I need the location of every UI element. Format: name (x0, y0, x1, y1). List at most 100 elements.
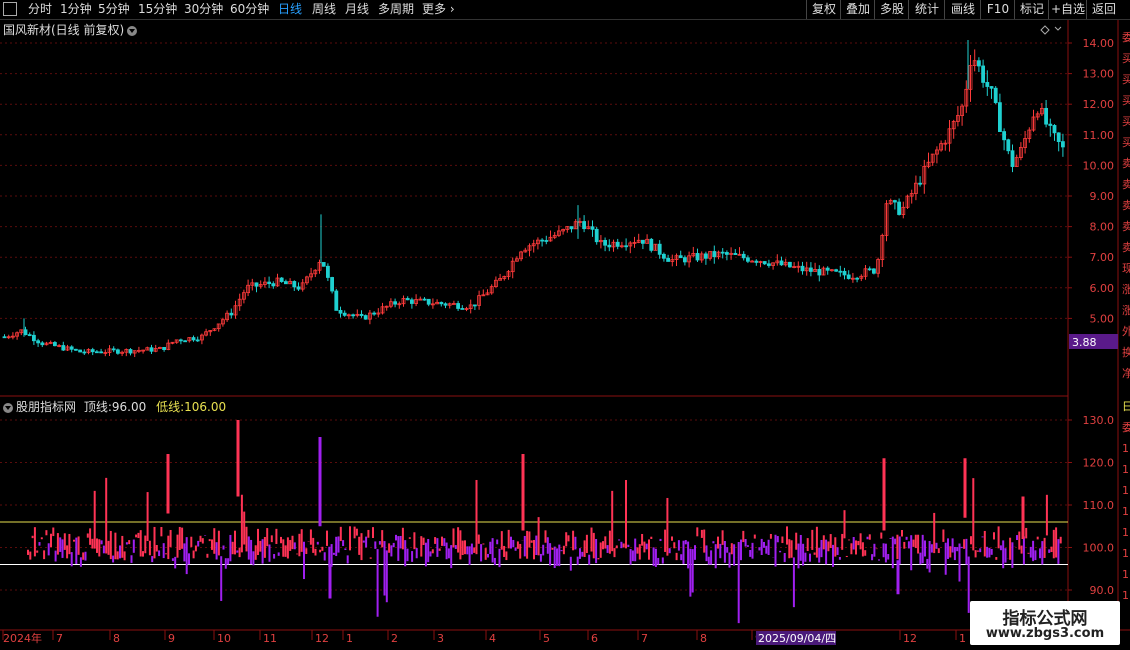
candle-body (393, 301, 398, 305)
candle-body (767, 263, 771, 266)
candle-body (1052, 125, 1057, 134)
candle-body (128, 349, 133, 354)
indicator-axis-label: 90.0 (1090, 584, 1115, 597)
candle-body (615, 241, 620, 247)
indicator-axis-label: 100.0 (1083, 542, 1115, 555)
candle-body (800, 265, 805, 272)
candle-body (1056, 132, 1061, 143)
candle-body (178, 339, 183, 342)
candle-body (712, 251, 717, 258)
watermark-logo: 指标公式网 www.zbgs3.com (970, 601, 1120, 645)
candle-body (657, 243, 662, 255)
candle-body (662, 253, 666, 259)
candle-body (733, 252, 738, 255)
date-label: 1 (346, 632, 353, 645)
candle-body (1061, 141, 1065, 148)
candle-body (695, 253, 700, 261)
candle-body (422, 298, 427, 301)
candle-body (683, 257, 687, 263)
candle-body (779, 260, 784, 266)
candle-body (409, 299, 414, 304)
candle-body (842, 270, 847, 276)
candle-body (330, 277, 335, 292)
side-ind-char: 1 (1122, 526, 1129, 539)
side-quote-char: 委 (1122, 31, 1130, 44)
candle-body (149, 347, 154, 352)
watermark-line2: www.zbgs3.com (985, 626, 1105, 641)
candle-body (116, 349, 120, 354)
candle-body (325, 265, 330, 278)
diamond-icon (1040, 25, 1050, 35)
candle-body (296, 286, 301, 290)
date-label: 11 (263, 632, 277, 645)
candle-body (279, 277, 284, 282)
date-label: 12 (315, 632, 329, 645)
indicator-title: 股朋指标网 顶线:96.00 低线:106.00 (3, 398, 226, 415)
candle-body (998, 102, 1002, 132)
indicator-dropdown-icon[interactable] (3, 402, 13, 413)
candle-body (351, 314, 356, 317)
candle-body (74, 348, 78, 351)
side-quote-char: 涨 (1122, 283, 1130, 296)
side-quote-char: 外 (1122, 325, 1130, 338)
candle-body (607, 244, 612, 248)
candle-body (456, 303, 461, 309)
side-quote-char: 卖 (1122, 157, 1130, 170)
date-label: 2024年 (3, 631, 42, 645)
candle-body (855, 277, 859, 280)
price-axis-label: 14.00 (1083, 37, 1115, 50)
candle-body (1010, 150, 1015, 167)
date-label: 1 (959, 632, 966, 645)
price-axis-label: 5.00 (1090, 312, 1115, 325)
date-label: 7 (641, 632, 648, 645)
price-axis-label: 13.00 (1083, 68, 1115, 81)
side-ind-char: 1 (1122, 463, 1129, 476)
side-quote-char: 换 (1122, 345, 1130, 359)
candle-body (825, 267, 830, 271)
title-dropdown-icon[interactable] (127, 25, 138, 36)
stock-title: 国风新材(日线 前复权) (3, 23, 125, 37)
side-ind-char: 1 (1122, 589, 1129, 602)
date-label: 12 (903, 632, 917, 645)
side-ind-char: 日 (1122, 400, 1130, 413)
main-chart-title: 国风新材(日线 前复权) (3, 21, 138, 38)
candle-body (334, 290, 339, 311)
price-axis-label: 10.00 (1083, 159, 1115, 172)
candle-body (741, 253, 746, 259)
side-quote-char: 涨 (1122, 304, 1130, 317)
side-ind-char: 1 (1122, 547, 1129, 560)
price-axis-label: 11.00 (1083, 129, 1115, 142)
candle-body (641, 239, 645, 244)
candle-body (720, 251, 725, 254)
candle-body (439, 301, 444, 305)
side-quote-char: 买 (1122, 52, 1130, 65)
candle-body (443, 303, 448, 306)
side-ind-char: 1 (1122, 484, 1129, 497)
date-label: 2 (391, 632, 398, 645)
candle-body (590, 226, 595, 230)
candle-body (2, 336, 7, 339)
price-axis-label: 8.00 (1090, 221, 1115, 234)
side-quote-char: 卖 (1122, 241, 1130, 254)
candle-body (195, 339, 200, 342)
candle-body (82, 351, 87, 354)
side-quote-char: 买 (1122, 94, 1130, 107)
candle-body (725, 252, 729, 255)
side-quote-char: 卖 (1122, 199, 1130, 212)
candle-body (918, 182, 922, 185)
candle-body (846, 274, 851, 279)
date-label: 6 (591, 632, 598, 645)
date-label: 8 (700, 632, 707, 645)
top-line-value: 96.00 (111, 400, 147, 414)
indicator-name: 股朋指标网 (16, 400, 77, 414)
candle-body (540, 239, 544, 242)
date-label: 8 (113, 632, 120, 645)
price-axis-label: 7.00 (1090, 251, 1115, 264)
price-axis-label: 6.00 (1090, 282, 1115, 295)
candle-body (704, 253, 708, 259)
collapse-chevron-icon (1054, 26, 1062, 31)
candle-body (111, 348, 116, 351)
date-label: 5 (543, 632, 550, 645)
candle-body (95, 351, 99, 354)
candle-body (569, 226, 574, 230)
